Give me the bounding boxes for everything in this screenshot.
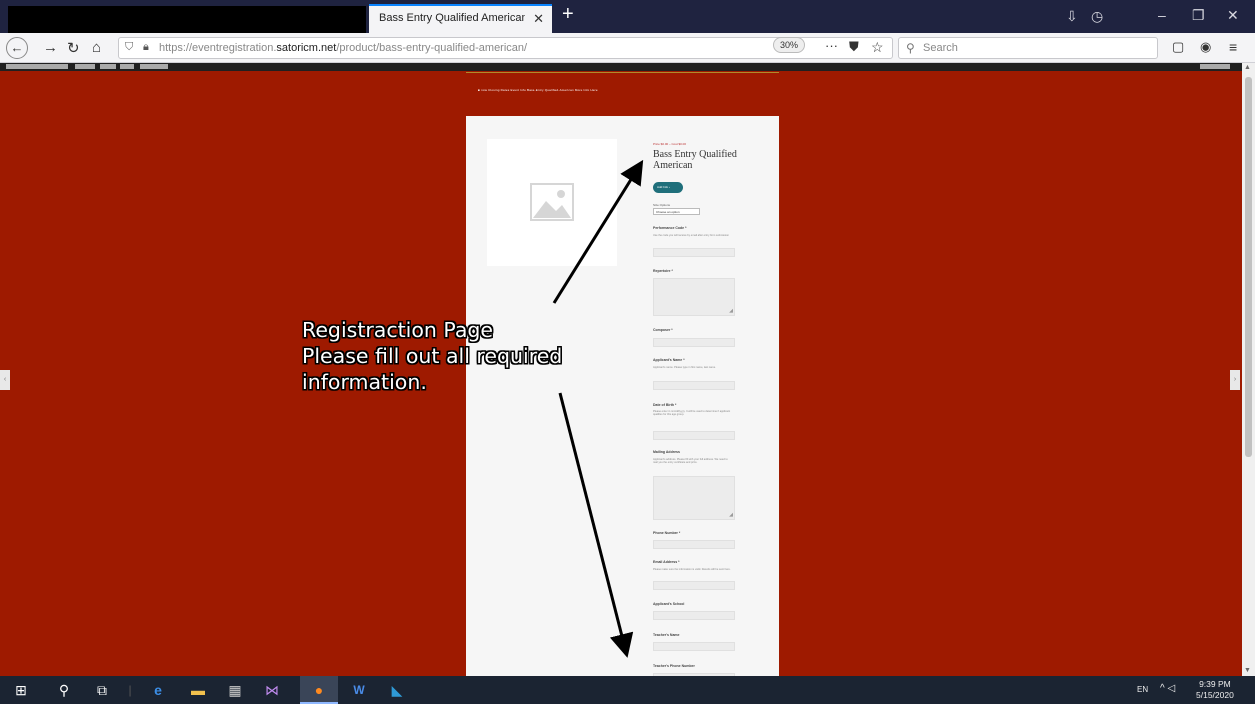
arrow-up: [552, 159, 644, 304]
page-scrollbar[interactable]: ▲ ▼: [1242, 63, 1255, 676]
app-icon[interactable]: ◣: [388, 681, 406, 699]
scrollbar-thumb[interactable]: [1245, 77, 1252, 457]
windows-taskbar: ⊞ ⚲ ⧉ | e ▬ ▦ ⋈ ● W ◣ EN ^ ◁ 9:39 PM 5/1…: [0, 676, 1255, 704]
annotation-line-1: Registraction Page: [302, 318, 494, 342]
arrow-down: [558, 392, 634, 658]
clock-time: 9:39 PM: [1199, 679, 1231, 689]
calculator-icon[interactable]: ▦: [226, 681, 244, 699]
firefox-icon[interactable]: ●: [310, 681, 328, 699]
file-explorer-icon[interactable]: ▬: [189, 681, 207, 699]
taskbar-clock[interactable]: 9:39 PM 5/15/2020: [1196, 679, 1234, 701]
windows-start-icon[interactable]: ⊞: [12, 681, 30, 699]
annotation-text: Registraction Page Please fill out all r…: [302, 317, 612, 395]
search-icon[interactable]: ⚲: [55, 681, 73, 699]
annotation-arrows: [552, 159, 644, 658]
word-icon[interactable]: W: [350, 681, 368, 699]
scroll-up-icon[interactable]: ▲: [1244, 64, 1251, 71]
annotation-line-3: information.: [302, 370, 427, 394]
edge-icon[interactable]: e: [149, 681, 167, 699]
annotation-line-2: Please fill out all required: [302, 344, 563, 368]
scroll-down-icon[interactable]: ▼: [1244, 667, 1251, 674]
task-view-icon[interactable]: ⧉: [93, 681, 111, 699]
taskbar-divider: |: [128, 683, 132, 697]
language-indicator[interactable]: EN: [1137, 685, 1148, 694]
clock-date: 5/15/2020: [1196, 690, 1234, 700]
tray-icons[interactable]: ^ ◁: [1160, 683, 1175, 694]
visual-studio-icon[interactable]: ⋈: [263, 681, 281, 699]
